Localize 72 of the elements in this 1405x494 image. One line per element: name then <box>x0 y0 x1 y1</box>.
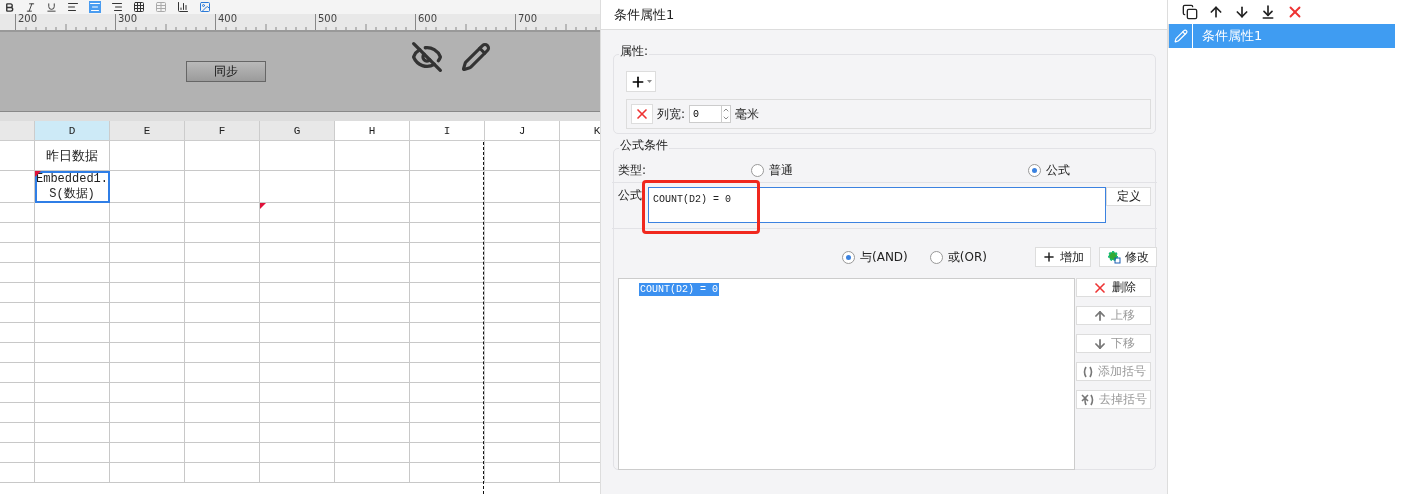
ruler-label: 700 <box>517 14 539 24</box>
align-right-icon[interactable] <box>111 1 123 13</box>
column-header[interactable]: E <box>110 121 185 141</box>
gear-icon <box>1106 250 1121 264</box>
radio-option[interactable]: 公式 <box>1028 161 1071 179</box>
table-cell: Embedded1. S(数据) <box>35 171 110 203</box>
row-header <box>0 263 35 283</box>
group-label: 公式条件 <box>619 137 669 154</box>
column-header[interactable]: D <box>35 121 110 141</box>
row-header <box>0 283 35 303</box>
remove-button[interactable] <box>631 104 653 124</box>
modify-button[interactable]: 修改 <box>1098 247 1157 267</box>
group-label: 属性: <box>619 43 650 60</box>
column-header[interactable]: G <box>260 121 335 141</box>
dialog-title: 条件属性1 <box>601 0 1167 30</box>
ruler-label: 300 <box>117 14 139 24</box>
parentheses-icon <box>1081 365 1094 378</box>
pencil-icon[interactable] <box>461 41 491 72</box>
ruler-label: 600 <box>417 14 439 24</box>
row-header <box>0 343 35 363</box>
align-center-icon[interactable] <box>89 1 101 13</box>
column-header[interactable]: F <box>185 121 260 141</box>
close-icon <box>634 106 650 122</box>
delete-button[interactable]: 删除 <box>1076 278 1151 297</box>
row-header <box>0 243 35 263</box>
table-cell: 昨日数据 <box>35 141 110 171</box>
row-header <box>0 383 35 403</box>
corner-header <box>0 121 35 141</box>
row-header <box>0 443 35 463</box>
border-icon[interactable] <box>133 1 145 13</box>
bold-icon[interactable] <box>4 1 15 13</box>
ruler-label: 500 <box>317 14 339 24</box>
image-icon[interactable] <box>199 1 211 13</box>
field-label: 列宽: <box>657 105 686 123</box>
row-header <box>0 403 35 423</box>
move-to-bottom-icon[interactable] <box>1260 4 1276 20</box>
row-header <box>0 423 35 443</box>
ruler-label: 200 <box>17 14 39 24</box>
copy-icon[interactable] <box>1182 4 1198 20</box>
number-field[interactable]: 0 <box>689 105 722 123</box>
eye-off-icon[interactable] <box>411 40 443 73</box>
field-label: 公式 <box>618 187 643 204</box>
column-header[interactable]: I <box>410 121 485 141</box>
row-header <box>0 223 35 243</box>
radio-option[interactable]: 普通 <box>751 161 794 179</box>
row-header <box>0 303 35 323</box>
define-button[interactable]: 定义 <box>1106 187 1151 206</box>
italic-icon[interactable] <box>25 1 36 13</box>
formula-field[interactable]: COUNT(D2) = 0 <box>648 187 1106 223</box>
align-left-icon[interactable] <box>67 1 79 13</box>
spinner-icon[interactable] <box>721 105 732 123</box>
up-arrow-icon <box>1092 308 1107 323</box>
plus-icon <box>1041 250 1056 264</box>
row-header <box>0 141 35 171</box>
column-header[interactable]: H <box>335 121 410 141</box>
remove-parentheses-icon <box>1080 393 1095 406</box>
caret-icon <box>647 79 652 84</box>
row-header <box>0 363 35 383</box>
row-header <box>0 463 35 483</box>
sync-button[interactable]: 同步 <box>186 61 266 82</box>
radio-option[interactable]: 与(AND) <box>842 248 908 266</box>
column-header[interactable]: J <box>485 121 560 141</box>
add-dropdown-button[interactable] <box>626 71 656 92</box>
underline-icon[interactable] <box>46 1 57 13</box>
radio-option[interactable]: 或(OR) <box>929 248 987 266</box>
chart-icon[interactable] <box>177 1 189 13</box>
ruler-label: 400 <box>217 14 239 24</box>
add-button[interactable]: 增加 <box>1034 247 1091 267</box>
down-arrow-icon <box>1092 336 1107 351</box>
unit-label: 毫米 <box>735 105 760 123</box>
row-header <box>0 323 35 343</box>
field-label: 类型: <box>618 161 647 179</box>
